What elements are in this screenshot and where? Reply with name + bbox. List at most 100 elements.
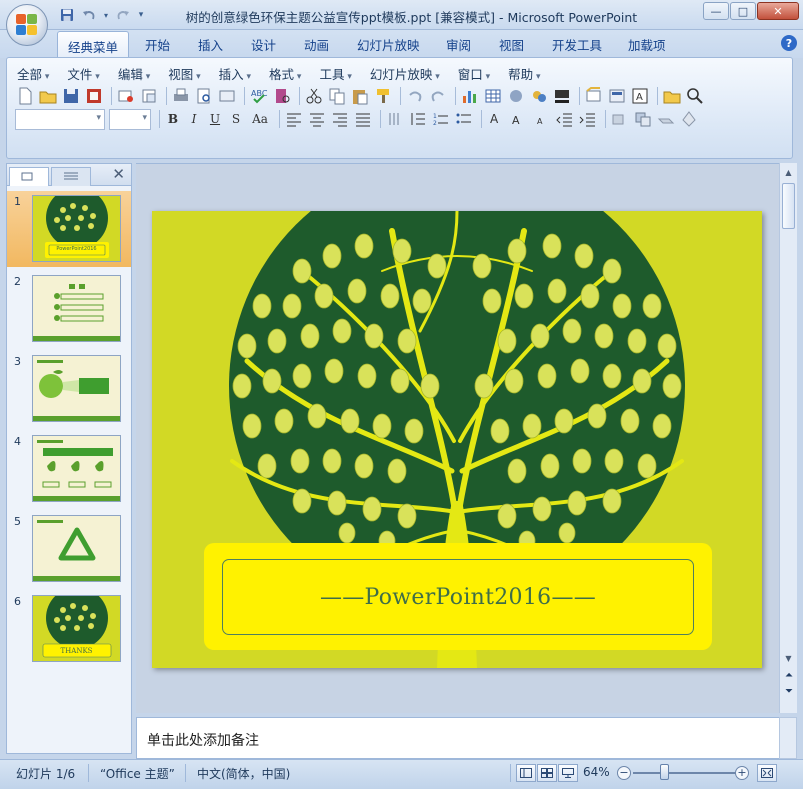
minimize-button[interactable]: —	[703, 2, 729, 20]
zoom-slider-track[interactable]	[633, 772, 737, 774]
current-slide[interactable]: ——PowerPoint2016——	[152, 211, 762, 668]
language-indicator[interactable]: 中文(简体，中国)	[197, 765, 290, 782]
decrease-font-icon[interactable]: A	[532, 109, 552, 129]
email-icon[interactable]	[116, 86, 136, 106]
menu-format[interactable]: 格式	[269, 64, 301, 83]
open-folder-icon[interactable]	[662, 86, 682, 106]
menu-insert[interactable]: 插入	[219, 64, 251, 83]
change-case-button[interactable]: Aa	[248, 109, 272, 129]
slide-thumbnail[interactable]: 4	[7, 431, 131, 507]
permission-icon[interactable]	[84, 86, 104, 106]
align-left-icon[interactable]	[284, 109, 304, 129]
save-icon[interactable]	[61, 86, 81, 106]
close-button[interactable]: ✕	[757, 2, 799, 20]
zoom-out-icon[interactable]: −	[617, 766, 631, 780]
previous-slide-icon[interactable]: ⏶	[782, 671, 796, 681]
cut-icon[interactable]	[304, 86, 324, 106]
slide-sorter-view-icon[interactable]	[537, 764, 557, 782]
menu-all[interactable]: 全部	[17, 64, 49, 83]
slide-thumbnail[interactable]: 2	[7, 271, 131, 347]
increase-indent-icon[interactable]	[578, 109, 598, 129]
title-placeholder-box[interactable]: ——PowerPoint2016——	[204, 543, 712, 650]
paste-icon[interactable]	[350, 86, 370, 106]
italic-button[interactable]: I	[185, 109, 203, 129]
menu-tools[interactable]: 工具	[319, 64, 351, 83]
tab-review[interactable]: 审阅	[446, 35, 471, 54]
tab-developer[interactable]: 开发工具	[552, 35, 602, 54]
open-folder-icon[interactable]	[38, 86, 58, 106]
numbering-icon[interactable]: 12	[431, 109, 451, 129]
tab-outline[interactable]	[51, 167, 91, 186]
format-painter-icon[interactable]	[373, 86, 393, 106]
text-direction-icon[interactable]	[385, 109, 405, 129]
find-icon[interactable]	[685, 86, 705, 106]
copy-icon[interactable]	[327, 86, 347, 106]
text-box-icon[interactable]: A	[630, 86, 650, 106]
fit-to-window-icon[interactable]	[757, 764, 777, 782]
zoom-level[interactable]: 64%	[583, 765, 610, 779]
increase-font-icon[interactable]: A	[509, 109, 529, 129]
menu-file[interactable]: 文件	[67, 64, 99, 83]
scrollbar-thumb[interactable]	[782, 183, 795, 229]
tab-insert[interactable]: 插入	[198, 35, 223, 54]
color-scheme-icon[interactable]	[529, 86, 549, 106]
thesaurus-icon[interactable]	[272, 86, 292, 106]
tab-view[interactable]: 视图	[499, 35, 524, 54]
print-preview-icon[interactable]	[194, 86, 214, 106]
justify-icon[interactable]	[353, 109, 373, 129]
font-color-icon[interactable]: A	[486, 109, 506, 129]
spelling-icon[interactable]: ABC	[249, 86, 269, 106]
notes-placeholder[interactable]: 单击此处添加备注	[147, 730, 259, 750]
insert-table-icon[interactable]	[483, 86, 503, 106]
insert-chart-icon[interactable]	[460, 86, 480, 106]
underline-button[interactable]: U	[206, 109, 224, 129]
notes-scrollbar[interactable]	[779, 717, 797, 759]
font-name-select[interactable]	[15, 108, 105, 130]
slide-thumbnail[interactable]: 5	[7, 511, 131, 587]
bullets-icon[interactable]	[454, 109, 474, 129]
undo-icon[interactable]	[405, 86, 425, 106]
slide-show-view-icon[interactable]	[558, 764, 578, 782]
shape-fill-icon[interactable]	[679, 109, 699, 129]
vertical-scrollbar[interactable]: ▲ ▼ ⏶ ⏷	[779, 163, 797, 713]
slide-thumbnail[interactable]: 6 THANKS	[7, 591, 131, 667]
office-button[interactable]	[6, 4, 48, 46]
menu-window[interactable]: 窗口	[458, 64, 490, 83]
slide-thumbnail[interactable]: 1 PowerPoint2016	[7, 191, 131, 267]
shapes-icon[interactable]	[610, 109, 630, 129]
tab-design[interactable]: 设计	[251, 35, 276, 54]
slide-thumbnail[interactable]: 3	[7, 351, 131, 427]
maximize-button[interactable]: □	[730, 2, 756, 20]
redo-icon[interactable]	[428, 86, 448, 106]
slide-title[interactable]: ——PowerPoint2016——	[320, 585, 596, 610]
align-right-icon[interactable]	[330, 109, 350, 129]
close-pane-icon[interactable]: ✕	[112, 165, 125, 183]
insert-clipart-icon[interactable]	[506, 86, 526, 106]
notes-pane[interactable]: 单击此处添加备注	[136, 717, 780, 759]
normal-view-icon[interactable]	[516, 764, 536, 782]
scroll-up-icon[interactable]: ▲	[781, 165, 796, 180]
quick-styles-icon[interactable]	[656, 109, 676, 129]
research-icon[interactable]	[139, 86, 159, 106]
tab-home[interactable]: 开始	[145, 35, 170, 54]
slide-layout-icon[interactable]	[607, 86, 627, 106]
new-document-icon[interactable]	[15, 86, 35, 106]
bold-button[interactable]: B	[164, 109, 182, 129]
help-icon[interactable]: ?	[781, 35, 797, 51]
menu-edit[interactable]: 编辑	[118, 64, 150, 83]
tab-add-ins[interactable]: 加载项	[628, 35, 666, 54]
new-slide-icon[interactable]	[584, 86, 604, 106]
fill-color-icon[interactable]	[552, 86, 572, 106]
scroll-down-icon[interactable]: ▼	[781, 651, 796, 666]
zoom-slider-thumb[interactable]	[660, 764, 669, 780]
tab-animations[interactable]: 动画	[304, 35, 329, 54]
menu-view[interactable]: 视图	[168, 64, 200, 83]
zoom-in-icon[interactable]: +	[735, 766, 749, 780]
arrange-icon[interactable]	[633, 109, 653, 129]
menu-slide-show[interactable]: 幻灯片放映	[370, 64, 440, 83]
decrease-indent-icon[interactable]	[555, 109, 575, 129]
line-spacing-icon[interactable]	[408, 109, 428, 129]
layout-icon[interactable]	[217, 86, 237, 106]
shadow-button[interactable]: S	[227, 109, 245, 129]
menu-help[interactable]: 帮助	[508, 64, 540, 83]
